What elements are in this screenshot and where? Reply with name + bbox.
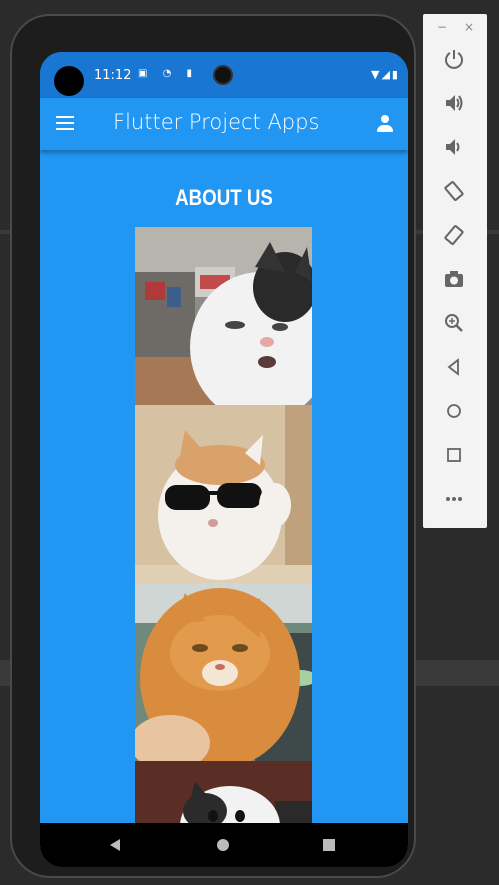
zoom-icon[interactable]: [440, 312, 468, 340]
rotate-right-icon[interactable]: [440, 224, 468, 252]
app-title: Flutter Project Apps: [113, 110, 320, 134]
cat-photo-4: [135, 761, 312, 831]
menu-icon[interactable]: [56, 116, 74, 130]
power-icon[interactable]: [440, 48, 468, 76]
panel-header: − ×: [423, 20, 487, 36]
person-icon[interactable]: [376, 115, 394, 133]
emulator-controls-panel: − ×: [423, 14, 487, 528]
cat-photo-2: [135, 405, 312, 583]
volume-down-icon[interactable]: [440, 136, 468, 164]
cat-photo-1: [135, 227, 312, 405]
nav-back-icon[interactable]: [110, 839, 120, 851]
nav-recent-apps-icon[interactable]: [323, 839, 335, 851]
cat-photo-3: [135, 583, 312, 761]
phone-screen: 11:12 ▣ ◔ ▮ ▼◢▮ Flutter Project Apps ABO…: [40, 52, 408, 867]
page-heading: ABOUT US: [175, 185, 273, 210]
status-time: 11:12: [94, 68, 132, 83]
front-camera: [213, 65, 233, 85]
camera-icon[interactable]: [440, 268, 468, 296]
back-icon[interactable]: [440, 356, 468, 384]
nav-home-icon[interactable]: [217, 839, 229, 851]
phone-frame: 11:12 ▣ ◔ ▮ ▼◢▮ Flutter Project Apps ABO…: [10, 14, 416, 878]
more-icon[interactable]: [440, 488, 468, 516]
app-bar: Flutter Project Apps: [40, 98, 408, 150]
home-icon[interactable]: [440, 400, 468, 428]
panel-close-button[interactable]: ×: [464, 20, 474, 34]
camera-cutout: [54, 66, 84, 96]
volume-up-icon[interactable]: [440, 92, 468, 120]
status-notification-icons: ▣ ◔ ▮: [138, 68, 199, 79]
panel-minimize-button[interactable]: −: [437, 20, 447, 34]
navigation-bar: [40, 823, 408, 867]
overview-icon[interactable]: [440, 444, 468, 472]
status-signal-icons: ▼◢▮: [371, 68, 400, 81]
status-bar: 11:12 ▣ ◔ ▮ ▼◢▮: [40, 52, 408, 98]
rotate-left-icon[interactable]: [440, 180, 468, 208]
